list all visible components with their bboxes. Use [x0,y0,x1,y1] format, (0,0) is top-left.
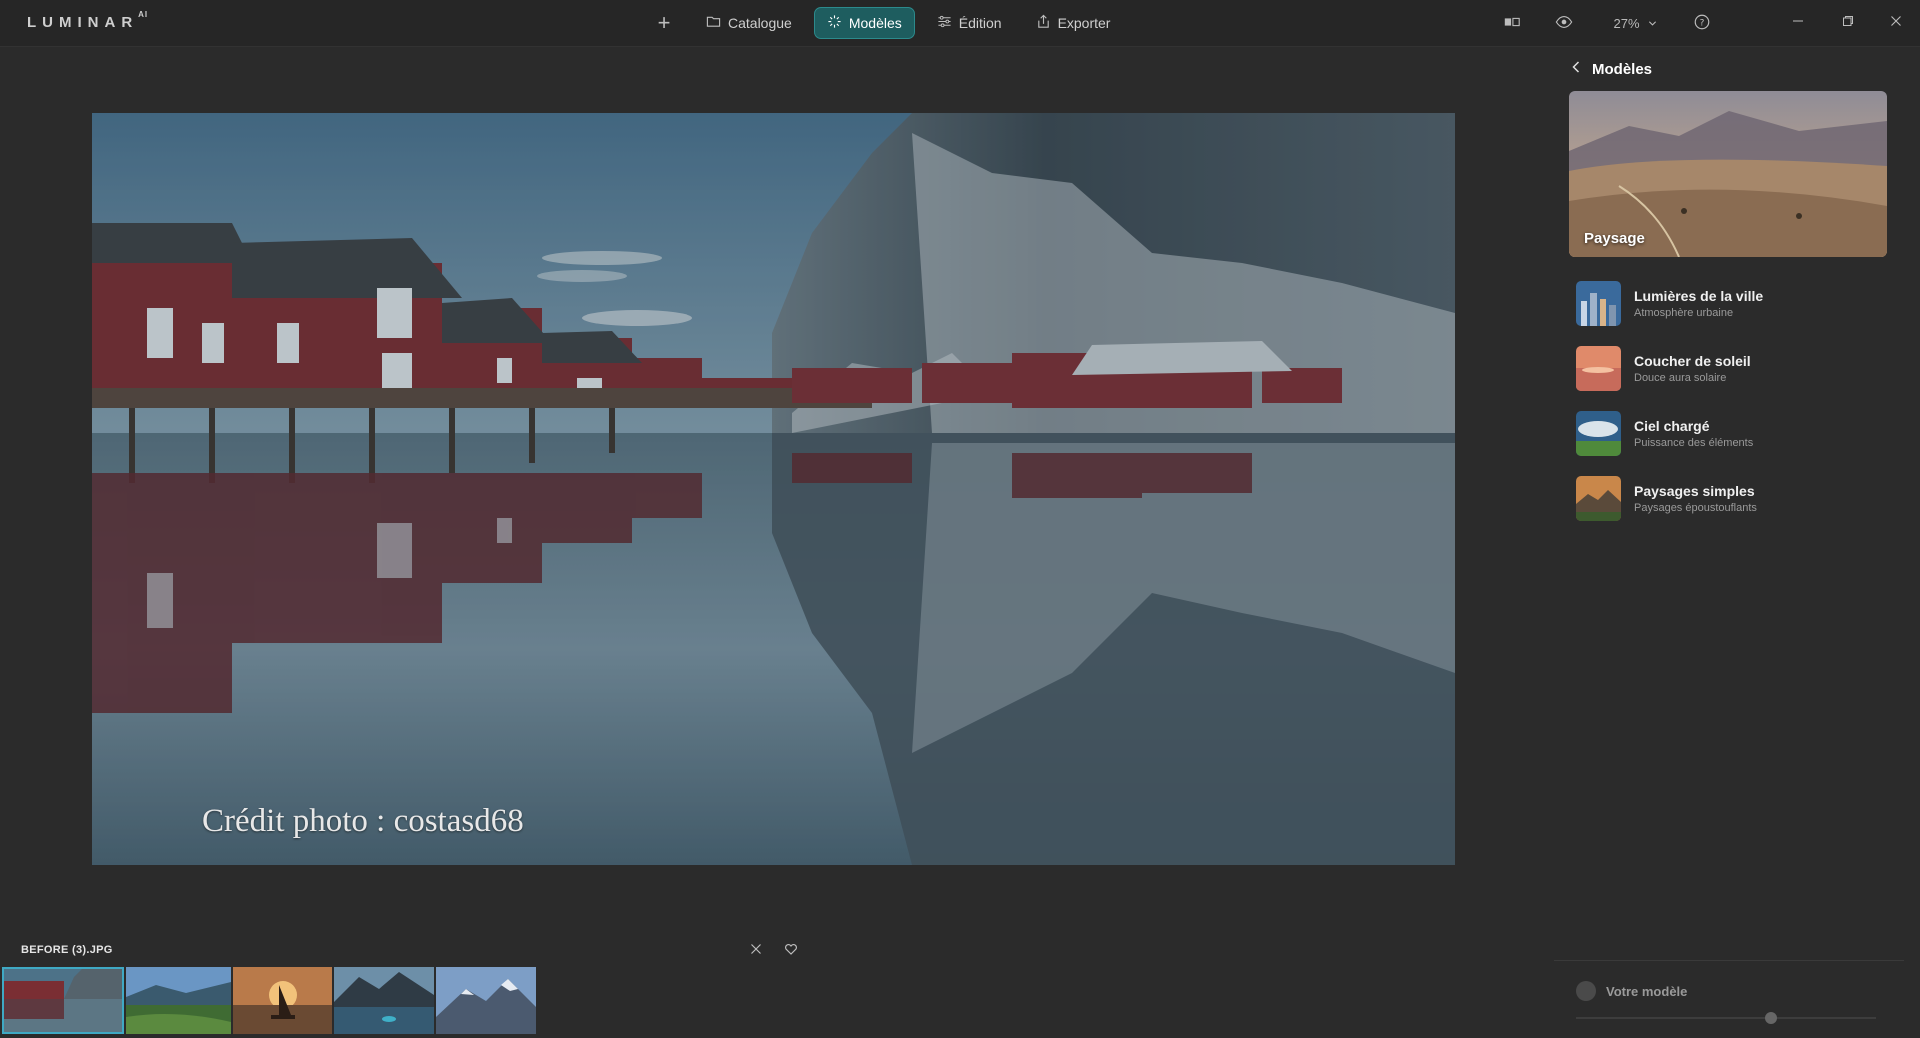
filmstrip-thumb-1[interactable] [2,967,124,1034]
plus-icon: + [657,10,671,35]
current-filename: BEFORE (3).JPG [21,944,113,956]
eye-icon [1555,13,1573,34]
your-model-toggle[interactable] [1576,981,1596,1001]
favorite-button[interactable] [784,942,798,956]
filmstrip-thumb-4[interactable] [334,967,434,1034]
reject-button[interactable] [749,942,763,956]
template-thumbnail [1576,476,1621,521]
add-photos-button[interactable]: + [650,9,678,37]
tab-catalogue-label: Catalogue [728,15,792,31]
share-icon [1036,14,1051,32]
luminar-window: LUMINARAI + Catalogue Modèles Édition Ex… [0,0,1920,1038]
minimize-icon [1792,14,1804,32]
chevron-left-icon [1570,60,1582,78]
close-icon [1890,14,1902,32]
template-title: Lumières de la ville [1634,288,1764,304]
back-to-templates-button[interactable]: Modèles [1570,59,1652,79]
image-canvas: Crédit photo : costasd68 [0,47,1553,927]
filmstrip-thumb-5[interactable] [436,967,536,1034]
template-thumbnail [1576,346,1621,391]
tab-exporter-label: Exporter [1057,15,1111,31]
minimize-button[interactable] [1772,0,1824,46]
template-list: Lumières de la ville Atmosphère urbaine … [1576,271,1896,531]
heart-icon [784,943,798,960]
main-nav: + Catalogue Modèles Édition Exporter [650,7,1123,39]
your-model-label: Votre modèle [1606,984,1688,999]
help-icon: ? [1693,13,1711,34]
sliders-icon [937,14,952,32]
main-photo[interactable]: Crédit photo : costasd68 [92,113,1455,865]
panel-title: Modèles [1592,60,1653,78]
help-button[interactable]: ? [1682,13,1722,34]
your-model-section: Votre modèle [1554,960,1904,1038]
tab-exporter[interactable]: Exporter [1024,8,1123,38]
template-subtitle: Puissance des éléments [1634,437,1754,449]
restore-button[interactable] [1824,0,1872,46]
hero-label: Paysage [1584,230,1645,247]
slider-handle[interactable] [1765,1012,1777,1024]
app-logo: LUMINARAI [27,10,148,31]
close-icon [749,943,763,960]
template-thumbnail [1576,411,1621,456]
tab-catalogue[interactable]: Catalogue [694,8,804,38]
tab-edition-label: Édition [958,15,1002,31]
tab-modeles[interactable]: Modèles [813,7,915,39]
zoom-dropdown[interactable]: 27% [1600,16,1670,31]
top-right-tools: 27% ? [1494,0,1920,46]
template-item-lumieres-de-la-ville[interactable]: Lumières de la ville Atmosphère urbaine [1576,271,1896,336]
preview-button[interactable] [1540,13,1588,34]
tab-edition[interactable]: Édition [925,8,1014,38]
top-bar: LUMINARAI + Catalogue Modèles Édition Ex… [0,0,1920,47]
tab-modeles-label: Modèles [848,15,902,31]
compare-icon [1503,13,1521,34]
template-item-coucher-de-soleil[interactable]: Coucher de soleil Douce aura solaire [1576,336,1896,401]
logo-text: LUMINAR [27,14,139,31]
template-subtitle: Douce aura solaire [1634,372,1727,384]
filmstrip [2,967,536,1035]
zoom-value: 27% [1613,15,1640,31]
svg-text:?: ? [1700,18,1705,28]
template-title: Ciel chargé [1634,418,1710,434]
filmstrip-header: BEFORE (3).JPG [0,935,1553,965]
template-category-paysage[interactable]: Paysage [1569,91,1887,257]
template-thumbnail [1576,281,1621,326]
template-title: Paysages simples [1634,483,1755,499]
templates-panel: Modèles Paysage Lumières de la ville Atm… [1554,47,1920,1038]
logo-superscript: AI [138,10,149,19]
folder-icon [706,14,721,32]
close-window-button[interactable] [1872,0,1920,46]
chevron-down-icon [1648,16,1657,31]
filmstrip-thumb-2[interactable] [126,967,231,1034]
sparkle-icon [827,14,842,32]
template-item-ciel-charge[interactable]: Ciel chargé Puissance des éléments [1576,401,1896,466]
template-title: Coucher de soleil [1634,353,1751,369]
restore-icon [1842,14,1854,32]
template-subtitle: Atmosphère urbaine [1634,307,1734,319]
filmstrip-thumb-3[interactable] [233,967,332,1034]
amount-slider[interactable] [1576,1012,1876,1024]
compare-button[interactable] [1494,13,1530,34]
photo-credit-watermark: Crédit photo : costasd68 [202,803,524,839]
template-item-paysages-simples[interactable]: Paysages simples Paysages époustouflants [1576,466,1896,531]
template-subtitle: Paysages époustouflants [1634,502,1757,514]
